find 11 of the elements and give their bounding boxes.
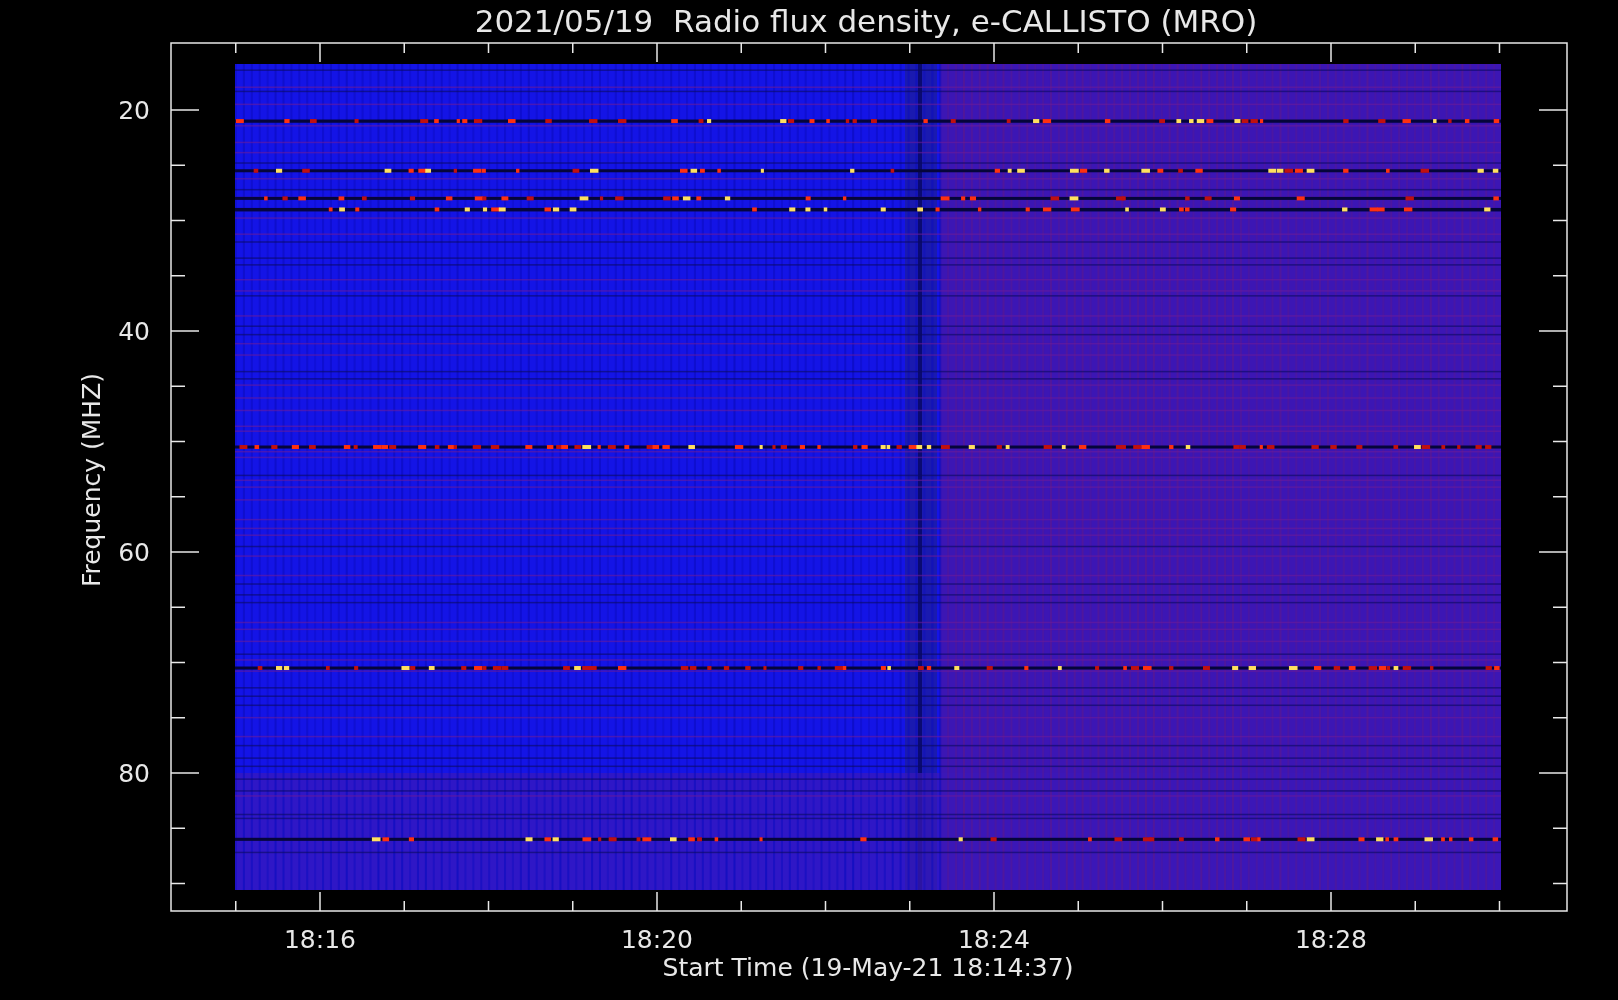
y-tick-label: 80 xyxy=(118,759,150,788)
y-tick-label: 60 xyxy=(118,538,150,567)
y-tick-label: 20 xyxy=(118,96,150,125)
y-axis-label: Frequency (MHZ) xyxy=(77,372,106,588)
x-tick-label: 18:24 xyxy=(958,925,1030,954)
x-tick-label: 18:16 xyxy=(284,925,356,954)
x-tick-label: 18:20 xyxy=(621,925,693,954)
chart-title: 2021/05/19 Radio flux density, e-CALLISTO (MRO) xyxy=(474,3,1258,39)
y-tick-label: 40 xyxy=(118,317,150,346)
x-tick-label: 18:28 xyxy=(1295,925,1367,954)
x-axis-label: Start Time (19-May-21 18:14:37) xyxy=(662,953,1074,982)
